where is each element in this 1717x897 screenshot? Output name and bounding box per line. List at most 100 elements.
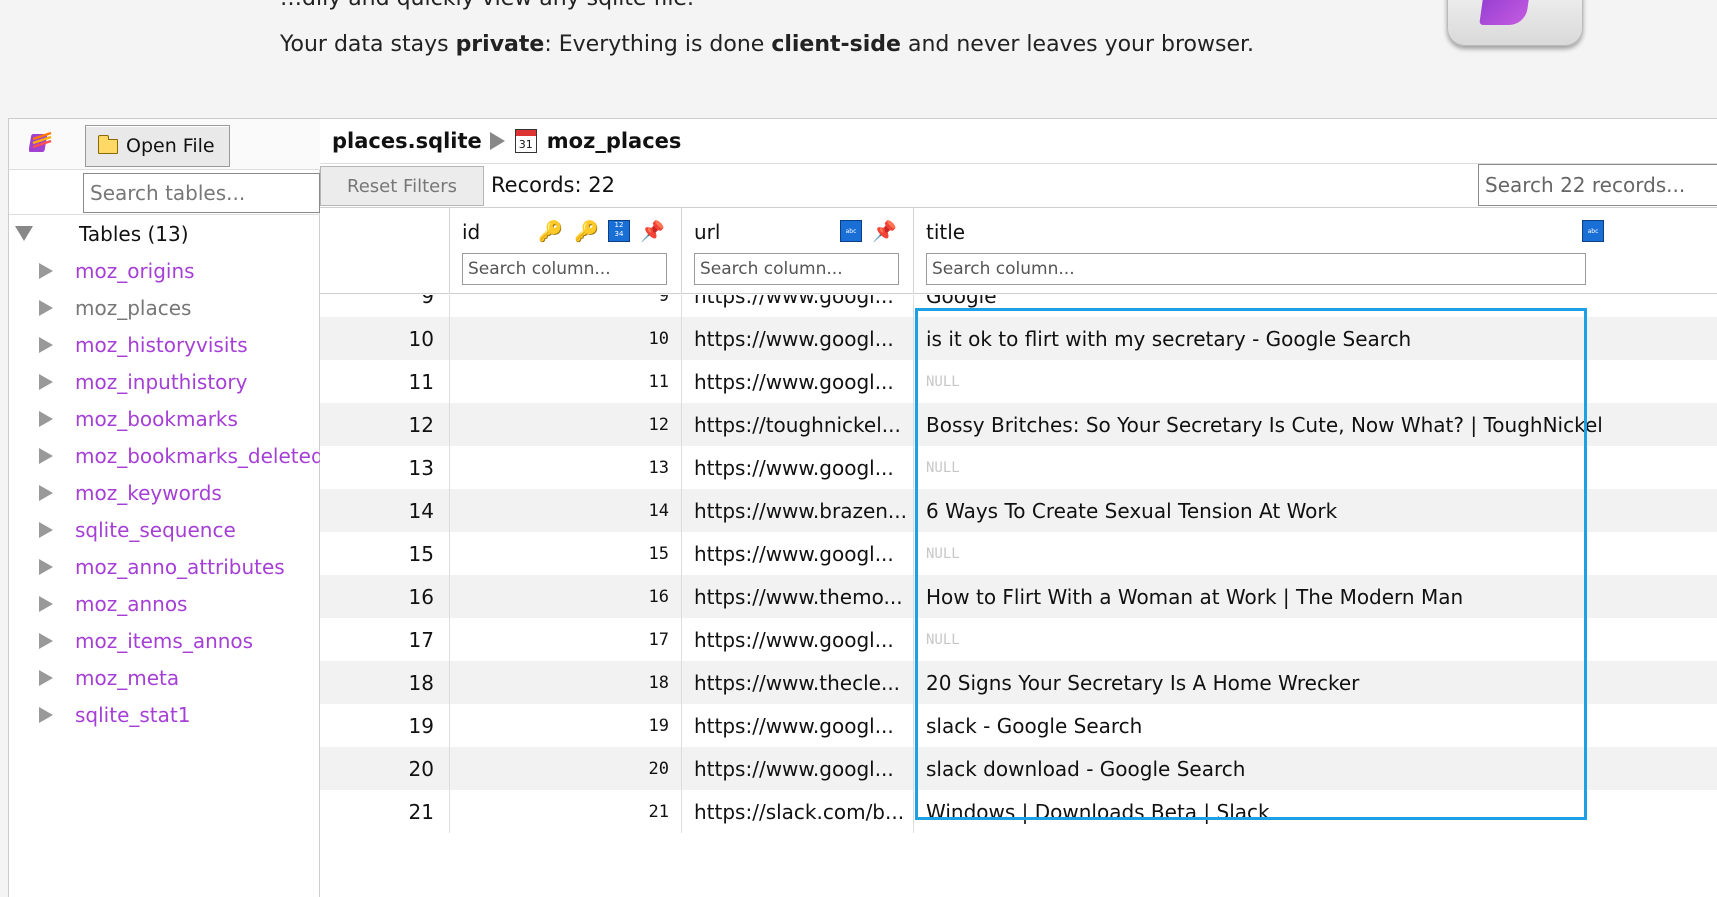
sidebar-table-item[interactable]: moz_origins <box>9 252 320 289</box>
row-number-cell[interactable]: 16 <box>320 575 450 618</box>
column-filter-input[interactable] <box>462 253 667 285</box>
url-cell[interactable]: https://www.googl... <box>682 360 914 403</box>
column-header-id[interactable]: id 🔑 🔑 12 34 📌 <box>450 208 682 294</box>
title-cell[interactable]: NULL <box>914 446 1717 489</box>
expand-triangle-icon[interactable] <box>39 373 53 390</box>
expand-triangle-icon[interactable] <box>39 669 53 686</box>
title-cell[interactable]: Bossy Britches: So Your Secretary Is Cut… <box>914 403 1717 446</box>
row-number-cell[interactable]: 20 <box>320 747 450 790</box>
url-cell[interactable]: https://www.googl... <box>682 295 914 317</box>
url-cell[interactable]: https://www.googl... <box>682 317 914 360</box>
column-header-url[interactable]: url abc 📌 <box>682 208 914 294</box>
sidebar-table-item[interactable]: moz_meta <box>9 659 320 696</box>
sidebar-table-item[interactable]: moz_historyvisits <box>9 326 320 363</box>
sidebar-table-item[interactable]: moz_inputhistory <box>9 363 320 400</box>
reset-filters-button[interactable]: Reset Filters <box>320 166 484 206</box>
sidebar-table-item[interactable]: moz_annos <box>9 585 320 622</box>
text-type-icon[interactable]: abc <box>840 220 862 242</box>
table-row[interactable]: 15 15 https://www.googl... NULL <box>320 532 1717 575</box>
id-cell[interactable]: 9 <box>450 295 682 317</box>
url-cell[interactable]: https://www.googl... <box>682 704 914 747</box>
expand-triangle-icon[interactable] <box>39 521 53 538</box>
row-number-cell[interactable]: 12 <box>320 403 450 446</box>
row-number-cell[interactable]: 13 <box>320 446 450 489</box>
url-cell[interactable]: https://www.brazen... <box>682 489 914 532</box>
table-row[interactable]: 20 20 https://www.googl... slack download -… <box>320 747 1717 790</box>
open-file-button[interactable]: Open File <box>85 125 230 167</box>
title-cell[interactable]: is it ok to flirt with my secretary - Go… <box>914 317 1717 360</box>
url-cell[interactable]: https://toughnickel... <box>682 403 914 446</box>
table-row[interactable]: 17 17 https://www.googl... NULL <box>320 618 1717 661</box>
url-cell[interactable]: https://www.thecle... <box>682 661 914 704</box>
expand-triangle-icon[interactable] <box>39 447 53 464</box>
expand-triangle-icon[interactable] <box>39 595 53 612</box>
table-row[interactable]: 16 16 https://www.themo... How to Flirt Wit… <box>320 575 1717 618</box>
title-cell[interactable]: Windows | Downloads Beta | Slack <box>914 790 1717 833</box>
id-cell[interactable]: 15 <box>450 532 682 575</box>
id-cell[interactable]: 11 <box>450 360 682 403</box>
expand-triangle-icon[interactable] <box>39 336 53 353</box>
id-cell[interactable]: 13 <box>450 446 682 489</box>
pin-icon[interactable]: 📌 <box>872 220 897 242</box>
records-search-input[interactable] <box>1478 164 1717 206</box>
row-number-cell[interactable]: 11 <box>320 360 450 403</box>
table-row[interactable]: 14 14 https://www.brazen... 6 Ways To Creat… <box>320 489 1717 532</box>
expand-triangle-icon[interactable] <box>39 484 53 501</box>
table-row[interactable]: 12 12 https://toughnickel... Bossy Britches… <box>320 403 1717 446</box>
table-row[interactable]: 21 21 https://slack.com/b... Windows | Down… <box>320 790 1717 833</box>
id-cell[interactable]: 18 <box>450 661 682 704</box>
expand-triangle-icon[interactable] <box>39 706 53 723</box>
expand-triangle-icon[interactable] <box>39 262 53 279</box>
sidebar-table-item[interactable]: moz_keywords <box>9 474 320 511</box>
expand-triangle-icon[interactable] <box>39 632 53 649</box>
id-cell[interactable]: 16 <box>450 575 682 618</box>
sidebar-table-item[interactable]: sqlite_stat1 <box>9 696 320 733</box>
title-cell[interactable]: NULL <box>914 618 1717 661</box>
url-cell[interactable]: https://www.themo... <box>682 575 914 618</box>
table-search-input[interactable] <box>83 173 320 213</box>
row-number-cell[interactable]: 15 <box>320 532 450 575</box>
tables-group-header[interactable]: Tables (13) <box>9 215 320 252</box>
table-row[interactable]: 11 11 https://www.googl... NULL <box>320 360 1717 403</box>
title-cell[interactable]: slack download - Google Search <box>914 747 1717 790</box>
row-number-cell[interactable]: 19 <box>320 704 450 747</box>
sidebar-table-item[interactable]: moz_bookmarks <box>9 400 320 437</box>
url-cell[interactable]: https://www.googl... <box>682 747 914 790</box>
table-row[interactable]: 10 10 https://www.googl... is it ok to flir… <box>320 317 1717 360</box>
column-filter-input[interactable] <box>694 253 899 285</box>
expand-triangle-icon[interactable] <box>39 558 53 575</box>
pin-icon[interactable]: 📌 <box>640 220 665 242</box>
id-cell[interactable]: 21 <box>450 790 682 833</box>
row-number-cell[interactable]: 21 <box>320 790 450 833</box>
column-header-title[interactable]: title abc <box>914 208 1717 294</box>
row-number-cell[interactable]: 17 <box>320 618 450 661</box>
row-number-cell[interactable]: 14 <box>320 489 450 532</box>
expand-triangle-icon[interactable] <box>39 299 53 316</box>
table-row[interactable]: 9 9 https://www.googl... Google <box>320 295 1717 317</box>
table-row[interactable]: 19 19 https://www.googl... slack - Google S… <box>320 704 1717 747</box>
title-cell[interactable]: NULL <box>914 360 1717 403</box>
id-cell[interactable]: 17 <box>450 618 682 661</box>
title-cell[interactable]: slack - Google Search <box>914 704 1717 747</box>
table-row[interactable]: 13 13 https://www.googl... NULL <box>320 446 1717 489</box>
sidebar-table-item[interactable]: moz_places <box>9 289 320 326</box>
expand-triangle-icon[interactable] <box>39 410 53 427</box>
title-cell[interactable]: How to Flirt With a Woman at Work | The … <box>914 575 1717 618</box>
number-type-icon[interactable]: 12 34 <box>608 220 630 242</box>
url-cell[interactable]: https://www.googl... <box>682 446 914 489</box>
row-number-cell[interactable]: 9 <box>320 295 450 317</box>
id-cell[interactable]: 20 <box>450 747 682 790</box>
title-cell[interactable]: NULL <box>914 532 1717 575</box>
url-cell[interactable]: https://www.googl... <box>682 618 914 661</box>
text-type-icon[interactable]: abc <box>1582 220 1604 242</box>
sidebar-table-item[interactable]: moz_anno_attributes <box>9 548 320 585</box>
id-cell[interactable]: 10 <box>450 317 682 360</box>
collapse-triangle-icon[interactable] <box>15 226 33 241</box>
title-cell[interactable]: 6 Ways To Create Sexual Tension At Work <box>914 489 1717 532</box>
row-number-cell[interactable]: 10 <box>320 317 450 360</box>
url-cell[interactable]: https://slack.com/b... <box>682 790 914 833</box>
id-cell[interactable]: 14 <box>450 489 682 532</box>
url-cell[interactable]: https://www.googl... <box>682 532 914 575</box>
table-row[interactable]: 18 18 https://www.thecle... 20 Signs Your S… <box>320 661 1717 704</box>
id-cell[interactable]: 19 <box>450 704 682 747</box>
